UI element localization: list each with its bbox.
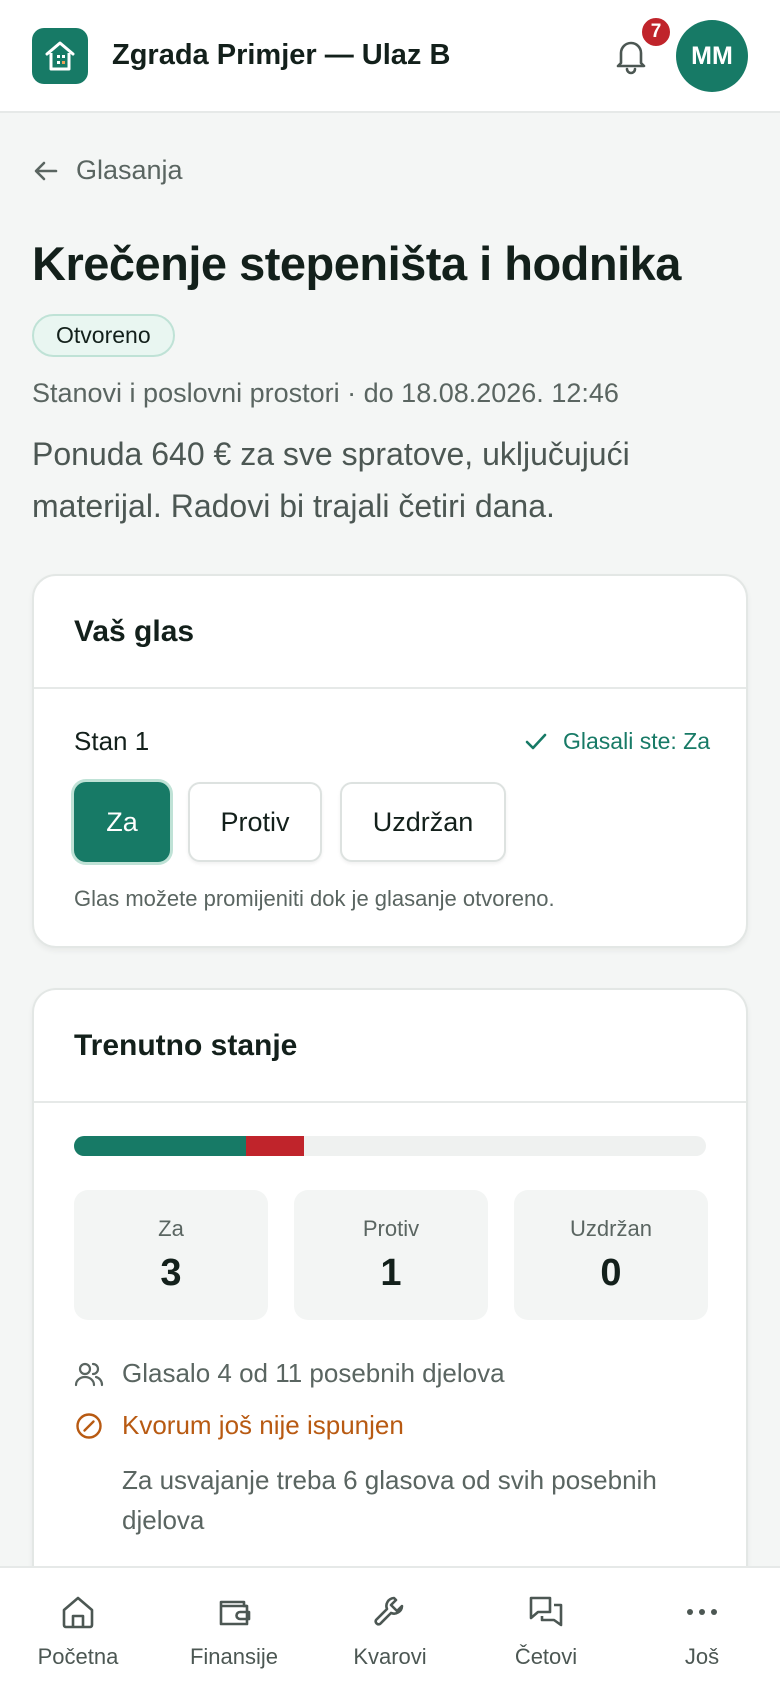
- vote-hint: Glas možete promijeniti dok je glasanje …: [74, 886, 555, 911]
- voted-status: Glasali ste: Za: [523, 728, 710, 755]
- chat-icon: [526, 1590, 566, 1634]
- bar-segment-against: [246, 1136, 304, 1156]
- vote-meta: Stanovi i poslovni prostori · do 18.08.2…: [32, 378, 619, 408]
- notification-badge: 7: [640, 16, 672, 48]
- results-card: Trenutno stanje Za 3 Protiv 1 Uzdržan 0 …: [32, 988, 748, 1608]
- count-abstain: Uzdržan 0: [514, 1190, 708, 1320]
- your-vote-heading: Vaš glas: [34, 576, 746, 689]
- count-for: Za 3: [74, 1190, 268, 1320]
- count-for-label: Za: [158, 1215, 184, 1241]
- vote-for-button[interactable]: Za: [74, 782, 170, 862]
- ban-icon: [76, 1412, 102, 1439]
- voted-summary-row: Glasalo 4 od 11 posebnih djelova: [74, 1358, 505, 1389]
- nav-item-label: Početna: [37, 1644, 119, 1669]
- status-badge: Otvoreno: [32, 314, 175, 357]
- wallet-icon: [214, 1590, 254, 1634]
- quorum-status-row: Kvorum još nije ispunjen: [74, 1410, 404, 1441]
- building-title[interactable]: Zgrada Primjer — Ulaz B: [112, 39, 450, 72]
- your-vote-card: Vaš glas Stan 1 Glasali ste: Za Za Proti…: [32, 574, 748, 948]
- voted-status-label: Glasali ste: Za: [563, 728, 710, 754]
- home-icon: [58, 1590, 98, 1634]
- nav-item-label: Finansije: [189, 1644, 279, 1669]
- back-link[interactable]: Glasanja: [32, 155, 183, 186]
- vote-options: Za Protiv Uzdržan: [74, 782, 524, 862]
- nav-item-label: Još: [684, 1644, 720, 1669]
- quorum-status: Kvorum još nije ispunjen: [122, 1410, 404, 1440]
- avatar[interactable]: MM: [676, 20, 748, 92]
- nav-item-label: Kvarovi: [353, 1644, 427, 1669]
- arrow-left-icon: [34, 161, 58, 180]
- building-logo-icon[interactable]: [32, 27, 88, 84]
- unit-label: Stan 1: [74, 726, 150, 756]
- nav-item-label: Četovi: [514, 1644, 578, 1669]
- more-icon: [682, 1590, 722, 1634]
- nav-item-home[interactable]: Početna: [0, 1590, 156, 1670]
- results-heading: Trenutno stanje: [34, 990, 746, 1103]
- wrench-icon: [370, 1590, 410, 1634]
- nav-item-faults[interactable]: Kvarovi: [312, 1590, 468, 1670]
- results-progress-bar: [74, 1136, 706, 1156]
- count-abstain-value: 0: [600, 1251, 622, 1294]
- count-abstain-label: Uzdržan: [570, 1215, 652, 1241]
- app-header: Zgrada Primjer — Ulaz B 7 MM: [0, 0, 780, 113]
- back-link-label: Glasanja: [76, 155, 183, 185]
- users-icon: [74, 1362, 104, 1386]
- count-for-value: 3: [160, 1251, 182, 1294]
- nav-item-chats[interactable]: Četovi: [468, 1590, 624, 1670]
- vote-against-button[interactable]: Protiv: [188, 782, 322, 862]
- check-icon: [525, 733, 547, 749]
- bottom-nav: Početna Finansije Kvarovi Četovi Još: [0, 1566, 780, 1688]
- nav-item-finance[interactable]: Finansije: [156, 1590, 312, 1670]
- quorum-note: Za usvajanje treba 6 glasova od svih pos…: [122, 1465, 657, 1535]
- results-counts: Za 3 Protiv 1 Uzdržan 0: [74, 1190, 708, 1320]
- bar-segment-for: [74, 1136, 247, 1156]
- count-against: Protiv 1: [294, 1190, 488, 1320]
- count-against-label: Protiv: [362, 1215, 420, 1241]
- nav-item-more[interactable]: Još: [624, 1590, 780, 1670]
- vote-abstain-button[interactable]: Uzdržan: [340, 782, 506, 862]
- vote-description: Ponuda 640 € za sve spratove, uključujuć…: [32, 436, 630, 524]
- page-title: Krečenje stepeništa i hodnika: [32, 237, 681, 290]
- count-against-value: 1: [380, 1251, 402, 1294]
- voted-summary: Glasalo 4 od 11 posebnih djelova: [122, 1358, 505, 1388]
